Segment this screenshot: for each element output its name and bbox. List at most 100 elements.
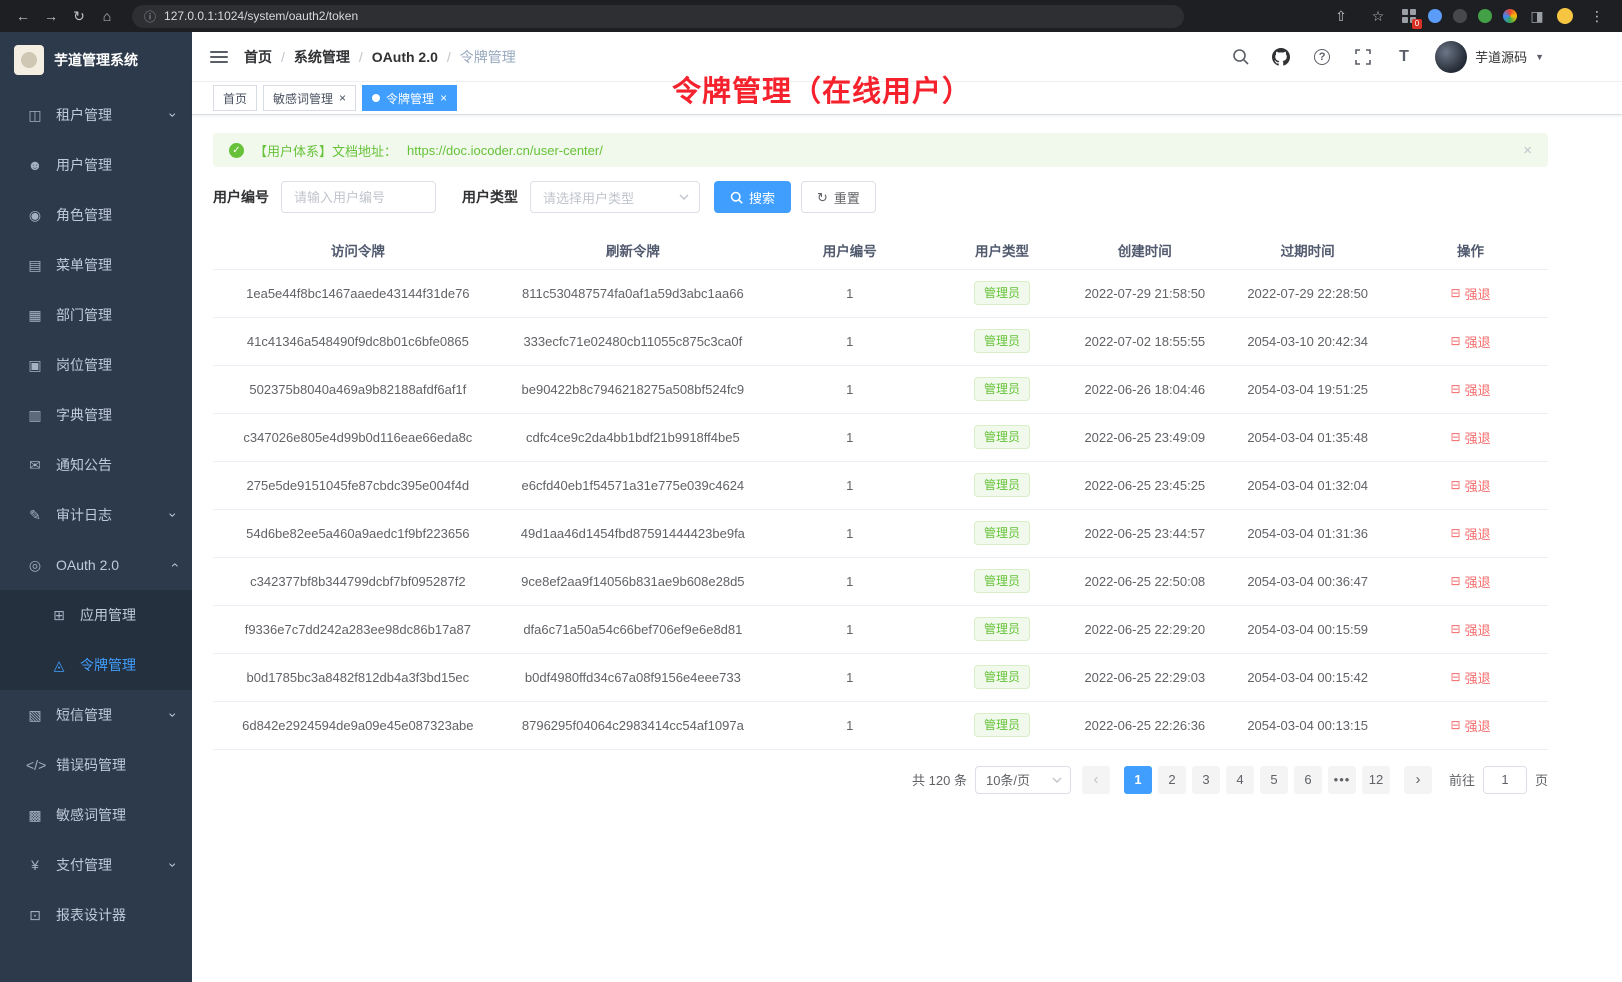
alert-link[interactable]: https://doc.iocoder.cn/user-center/ — [407, 143, 603, 158]
alert-close-icon[interactable]: × — [1523, 142, 1532, 159]
extension-dark-icon[interactable] — [1453, 9, 1467, 23]
sidebar-item-oauth2[interactable]: ◎OAuth 2.0› — [0, 540, 192, 590]
expire-time-cell: 2054-03-04 00:15:42 — [1222, 653, 1393, 701]
side-panel-icon[interactable]: ◨ — [1528, 4, 1546, 28]
chevron-down-icon: › — [167, 863, 181, 868]
sidebar-item-error-code[interactable]: </>错误码管理 — [0, 740, 192, 790]
back-icon[interactable]: ← — [10, 4, 36, 28]
extensions-icon[interactable]: 0 — [1402, 9, 1417, 24]
reset-button[interactable]: ↻ 重置 — [801, 181, 876, 213]
help-icon[interactable]: ? — [1312, 47, 1332, 67]
delete-icon: ⊟ — [1451, 334, 1461, 348]
sidebar-item-notice[interactable]: ✉通知公告 — [0, 440, 192, 490]
page-more-button[interactable]: ••• — [1328, 766, 1356, 794]
sidebar-item-tenant[interactable]: ◫租户管理› — [0, 90, 192, 140]
reload-icon[interactable]: ↻ — [66, 4, 92, 28]
page-content: ✓ 【用户体系】文档地址： https://doc.iocoder.cn/use… — [192, 115, 1622, 982]
sidebar-item-sms[interactable]: ▧短信管理› — [0, 690, 192, 740]
force-logout-label: 强退 — [1465, 572, 1491, 591]
sidebar-item-dict[interactable]: ▥字典管理 — [0, 390, 192, 440]
force-logout-button[interactable]: ⊟强退 — [1451, 428, 1491, 447]
home-icon[interactable]: ⌂ — [94, 4, 120, 28]
page-button-2[interactable]: 2 — [1158, 766, 1186, 794]
extension-pinwheel-icon[interactable] — [1503, 9, 1517, 23]
tab-item[interactable]: 敏感词管理 × — [263, 85, 356, 111]
sidebar-item-sensitive-word[interactable]: ▩敏感词管理 — [0, 790, 192, 840]
sidebar-item-token[interactable]: ◬令牌管理 — [0, 640, 192, 690]
notice-icon: ✉ — [26, 457, 44, 474]
user-type-cell: 管理员 — [937, 557, 1068, 605]
share-icon[interactable]: ⇧ — [1328, 4, 1354, 28]
force-logout-button[interactable]: ⊟强退 — [1451, 332, 1491, 351]
page-button-12[interactable]: 12 — [1362, 766, 1390, 794]
force-logout-button[interactable]: ⊟强退 — [1451, 284, 1491, 303]
page-button-3[interactable]: 3 — [1192, 766, 1220, 794]
table-row: c347026e805e4d99b0d116eae66eda8ccdfc4ce9… — [213, 413, 1548, 461]
force-logout-button[interactable]: ⊟强退 — [1451, 716, 1491, 735]
tab-label: 敏感词管理 — [273, 90, 333, 107]
refresh-token-cell: 333ecfc71e02480cb11055c875c3ca0f — [503, 317, 763, 365]
tab-item[interactable]: 令牌管理 × — [362, 85, 457, 111]
table-row: 6d842e2924594de9a09e45e087323abe8796295f… — [213, 701, 1548, 749]
tab-close-icon[interactable]: × — [440, 92, 447, 104]
next-page-button[interactable]: › — [1404, 766, 1432, 794]
page-button-1[interactable]: 1 — [1124, 766, 1152, 794]
search-icon[interactable] — [1230, 47, 1250, 67]
sidebar-item-menu[interactable]: ▤菜单管理 — [0, 240, 192, 290]
force-logout-button[interactable]: ⊟强退 — [1451, 380, 1491, 399]
user-menu[interactable]: 芋道源码 ▼ — [1435, 41, 1544, 73]
page-button-5[interactable]: 5 — [1260, 766, 1288, 794]
prev-page-button[interactable]: ‹ — [1082, 766, 1110, 794]
github-icon[interactable] — [1271, 47, 1291, 67]
sidebar-item-post[interactable]: ▣岗位管理 — [0, 340, 192, 390]
app-logo[interactable]: 芋道管理系统 — [0, 32, 192, 88]
sidebar-item-audit-log[interactable]: ✎审计日志› — [0, 490, 192, 540]
site-info-icon[interactable]: ⓘ — [144, 8, 156, 25]
extension-blue-icon[interactable] — [1428, 9, 1442, 23]
action-cell: ⊟强退 — [1393, 605, 1548, 653]
create-time-cell: 2022-07-02 18:55:55 — [1067, 317, 1222, 365]
sidebar-item-user[interactable]: ☻用户管理 — [0, 140, 192, 190]
user-id-cell: 1 — [763, 557, 937, 605]
breadcrumb-item[interactable]: 系统管理 — [294, 47, 350, 67]
force-logout-button[interactable]: ⊟强退 — [1451, 620, 1491, 639]
search-button[interactable]: 搜索 — [714, 181, 791, 213]
force-logout-button[interactable]: ⊟强退 — [1451, 668, 1491, 687]
force-logout-label: 强退 — [1465, 476, 1491, 495]
browser-menu-icon[interactable]: ⋮ — [1584, 4, 1610, 28]
tab-item[interactable]: 首页 — [213, 85, 257, 111]
sidebar-item-report-designer[interactable]: ⊡报表设计器 — [0, 890, 192, 940]
force-logout-button[interactable]: ⊟强退 — [1451, 524, 1491, 543]
sidebar-item-pay[interactable]: ¥支付管理› — [0, 840, 192, 890]
sidebar-item-app[interactable]: ⊞应用管理 — [0, 590, 192, 640]
bookmark-star-icon[interactable]: ☆ — [1365, 4, 1391, 28]
page-button-4[interactable]: 4 — [1226, 766, 1254, 794]
font-size-icon[interactable]: T — [1394, 47, 1414, 67]
sidebar-toggle-button[interactable] — [210, 51, 228, 63]
user-type-select[interactable]: 请选择用户类型 — [530, 181, 700, 213]
user-icon: ☻ — [26, 157, 44, 173]
access-token-cell: 275e5de9151045fe87cbdc395e004f4d — [213, 461, 503, 509]
refresh-token-cell: 8796295f04064c2983414cc54af1097a — [503, 701, 763, 749]
page-size-select[interactable]: 10条/页 — [975, 766, 1071, 794]
force-logout-button[interactable]: ⊟强退 — [1451, 572, 1491, 591]
page-button-6[interactable]: 6 — [1294, 766, 1322, 794]
breadcrumb-item[interactable]: 首页 — [244, 47, 272, 67]
fullscreen-icon[interactable] — [1353, 47, 1373, 67]
navbar-tools: ? T 芋道源码 ▼ — [1230, 41, 1544, 73]
sidebar-item-role[interactable]: ◉角色管理 — [0, 190, 192, 240]
forward-icon[interactable]: → — [38, 4, 64, 28]
extension-green-icon[interactable] — [1478, 9, 1492, 23]
address-bar[interactable]: ⓘ 127.0.0.1:1024/system/oauth2/token — [132, 5, 1184, 28]
force-logout-button[interactable]: ⊟强退 — [1451, 476, 1491, 495]
tab-label: 令牌管理 — [386, 90, 434, 107]
alert-text: 【用户体系】文档地址： — [254, 141, 397, 160]
breadcrumb-separator: / — [281, 49, 285, 65]
user-id-input[interactable] — [281, 181, 436, 213]
browser-profile-avatar[interactable] — [1557, 8, 1573, 24]
goto-page-input[interactable] — [1483, 766, 1527, 794]
tab-close-icon[interactable]: × — [339, 92, 346, 104]
breadcrumb-item[interactable]: OAuth 2.0 — [372, 49, 438, 65]
sidebar-item-dept[interactable]: ▦部门管理 — [0, 290, 192, 340]
breadcrumb-separator: / — [359, 49, 363, 65]
